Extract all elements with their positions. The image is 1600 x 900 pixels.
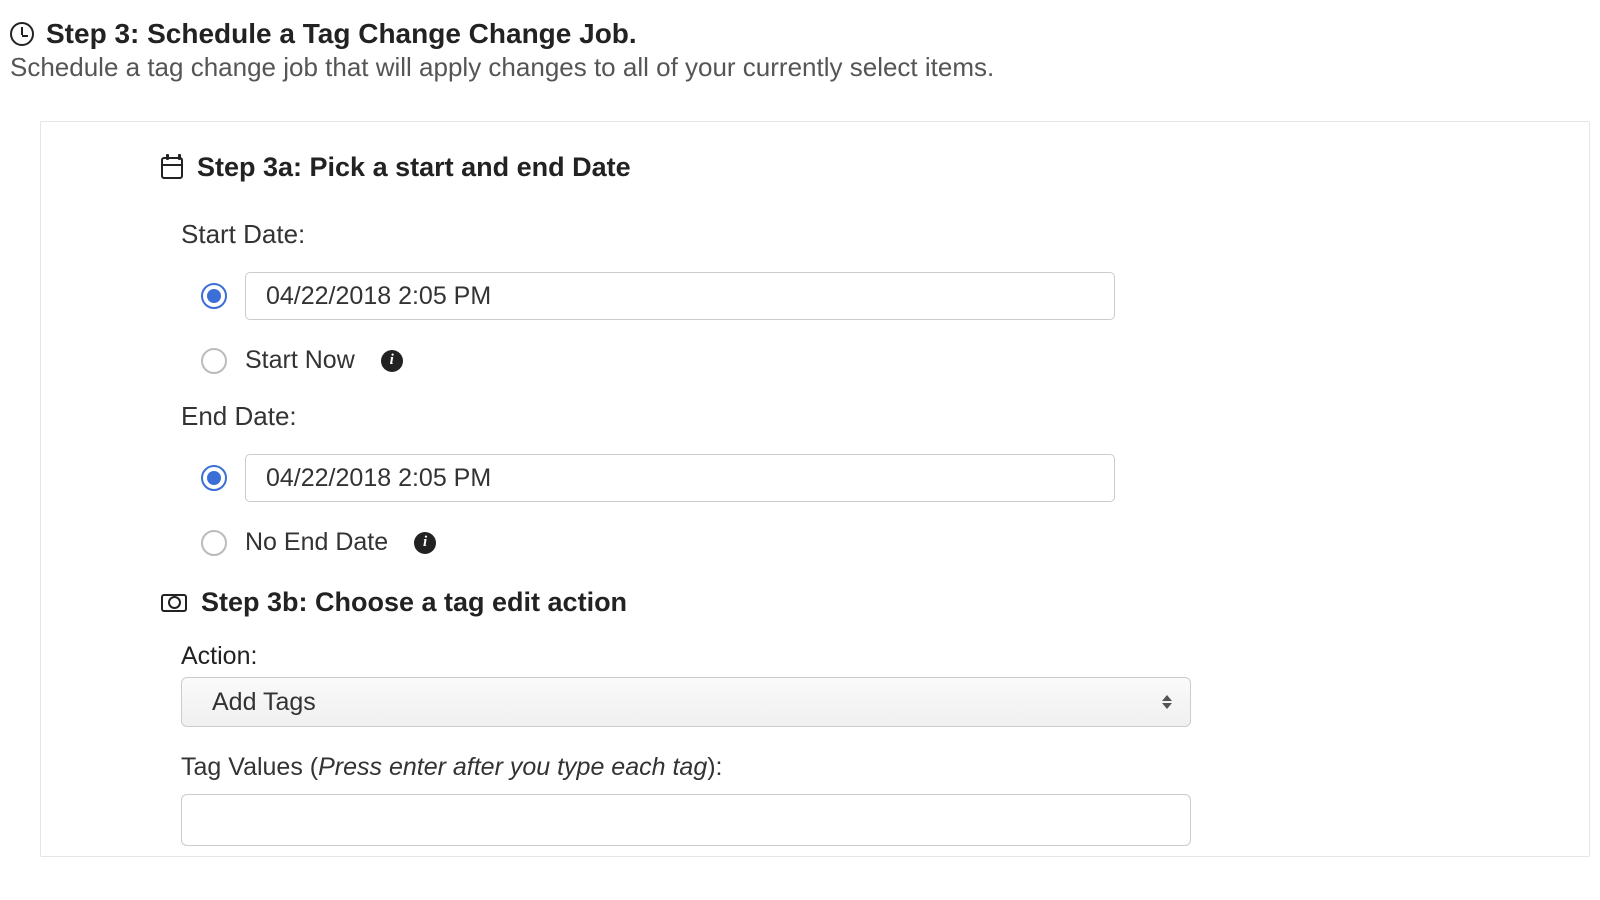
step-3a-title: Step 3a: Pick a start and end Date [197,152,631,183]
schedule-card: Step 3a: Pick a start and end Date Start… [40,121,1590,857]
end-date-specific-radio[interactable] [201,465,227,491]
action-label: Action: [181,642,1559,671]
info-icon[interactable]: i [381,350,403,372]
start-date-label: Start Date: [181,219,1559,250]
start-date-specific-radio[interactable] [201,283,227,309]
start-now-label: Start Now [245,346,355,375]
end-date-input[interactable] [245,454,1115,502]
step-3b-header: Step 3b: Choose a tag edit action [161,587,1559,618]
start-now-radio[interactable] [201,348,227,374]
calendar-icon [161,157,183,179]
start-date-input[interactable] [245,272,1115,320]
start-date-specific-row [201,272,1559,320]
money-icon [161,594,187,612]
step-3b-title: Step 3b: Choose a tag edit action [201,587,627,618]
start-now-row: Start Now i [201,346,1559,375]
action-select-value: Add Tags [212,688,316,717]
page-title: Step 3: Schedule a Tag Change Change Job… [46,18,637,50]
tag-values-prefix: Tag Values ( [181,753,318,781]
action-select[interactable]: Add Tags [181,677,1191,727]
no-end-date-label: No End Date [245,528,388,557]
tag-values-suffix: ): [707,753,722,781]
tag-values-hint: Press enter after you type each tag [318,753,707,781]
end-date-specific-row [201,454,1559,502]
no-end-date-row: No End Date i [201,528,1559,557]
clock-icon [10,22,34,46]
chevron-updown-icon [1162,695,1172,709]
page-subtitle: Schedule a tag change job that will appl… [10,52,1590,83]
tag-values-label: Tag Values (Press enter after you type e… [181,753,1559,782]
end-date-label: End Date: [181,401,1559,432]
no-end-date-radio[interactable] [201,530,227,556]
page-header: Step 3: Schedule a Tag Change Change Job… [10,18,1590,50]
info-icon[interactable]: i [414,532,436,554]
step-3a-header: Step 3a: Pick a start and end Date [161,152,1559,183]
tag-values-input[interactable] [181,794,1191,846]
